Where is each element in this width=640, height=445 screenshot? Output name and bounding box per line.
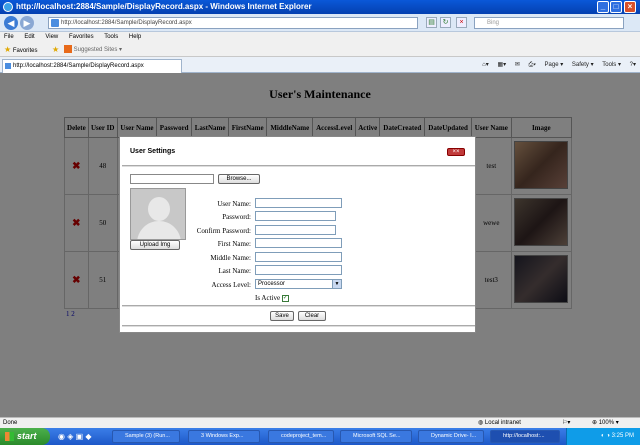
avatar-placeholder — [130, 188, 186, 240]
avatar-head — [148, 197, 170, 221]
access-level-select[interactable]: Processor ▼ — [255, 279, 342, 289]
username-input[interactable] — [255, 198, 342, 208]
back-icon[interactable]: ◀ — [4, 16, 18, 30]
taskbar-item[interactable]: Sample (3) (Run... — [112, 430, 180, 443]
page-menu[interactable]: Page ▾ — [545, 62, 564, 68]
divider — [122, 305, 475, 307]
close-button[interactable]: × — [624, 1, 636, 13]
divider — [122, 165, 475, 167]
help-icon[interactable]: ?▾ — [630, 62, 636, 68]
taskbar-item[interactable]: http://localhost:... — [490, 430, 560, 443]
window-title-bar: http://localhost:2884/Sample/DisplayReco… — [0, 0, 640, 14]
middle-name-label: Middle Name: — [210, 254, 251, 262]
file-path-input[interactable] — [130, 174, 214, 184]
tab-current[interactable]: http://localhost:2884/Sample/DisplayReco… — [2, 59, 182, 73]
add-favorite-icon[interactable]: ★ — [52, 43, 59, 57]
page-icon — [5, 63, 11, 69]
last-name-input[interactable] — [255, 265, 342, 275]
favorites-button[interactable]: ★ Favorites — [4, 43, 38, 58]
clock: 3:25 PM — [611, 433, 634, 439]
page-icon — [51, 19, 59, 27]
taskbar: start ◉ ◈ ▣ ◆ Sample (3) (Run... 3 Windo… — [0, 428, 640, 445]
menu-tools[interactable]: Tools — [104, 34, 118, 40]
globe-icon: ◍ — [478, 420, 484, 426]
taskbar-item[interactable]: Microsoft SQL Se... — [340, 430, 412, 443]
search-input[interactable]: Bing — [474, 17, 624, 29]
dialog-close-icon[interactable]: ×× — [447, 148, 465, 156]
chevron-down-icon: ▼ — [332, 280, 341, 288]
start-button[interactable]: start — [0, 428, 50, 445]
quick-launch-icons[interactable]: ◉ ◈ ▣ ◆ — [58, 432, 92, 441]
favorites-bar: ★ Favorites ★ Suggested Sites ▾ — [0, 43, 640, 57]
safety-menu[interactable]: Safety ▾ — [572, 62, 594, 68]
stop-icon[interactable]: × — [456, 17, 467, 28]
ie-icon — [3, 2, 13, 12]
is-active-row: Is Active ✓ — [255, 293, 289, 303]
divider — [122, 325, 475, 327]
confirm-password-input[interactable] — [255, 225, 336, 235]
tab-bar: http://localhost:2884/Sample/DisplayReco… — [0, 57, 640, 73]
middle-name-input[interactable] — [255, 252, 342, 262]
browse-button[interactable]: Browse... — [218, 174, 260, 184]
user-settings-dialog: User Settings ×× Browse... Upload Img Us… — [119, 136, 476, 333]
refresh-icon[interactable]: ↻ — [440, 17, 451, 28]
password-label: Password: — [222, 213, 251, 221]
access-level-label: Access Level: — [211, 281, 251, 289]
address-toolbar: ◀ ▶ http://localhost:2884/Sample/Display… — [0, 14, 640, 32]
window-title: http://localhost:2884/Sample/DisplayReco… — [16, 2, 312, 11]
windows-logo-icon — [5, 432, 14, 441]
suggested-sites[interactable]: Suggested Sites ▾ — [64, 43, 122, 57]
first-name-input[interactable] — [255, 238, 342, 248]
menu-favorites[interactable]: Favorites — [69, 34, 94, 40]
upload-image-button[interactable]: Upload Img — [130, 240, 180, 250]
is-active-label: Is Active — [255, 294, 281, 302]
menu-bar: File Edit View Favorites Tools Help — [0, 32, 640, 43]
star-icon: ★ — [4, 45, 12, 54]
minimize-button[interactable]: _ — [597, 1, 609, 13]
system-tray: ◐ ◑ 3:25 PM — [566, 428, 640, 445]
password-input[interactable] — [255, 211, 336, 221]
address-field[interactable]: http://localhost:2884/Sample/DisplayReco… — [48, 17, 418, 29]
taskbar-item[interactable]: Dynamic Drive- I... — [418, 430, 484, 443]
dialog-title: User Settings — [130, 148, 176, 155]
status-bar: Done ◍ Local intranet ⚐▾ ⊕ 100% ▾ — [0, 417, 640, 428]
menu-help[interactable]: Help — [129, 34, 141, 40]
status-text: Done — [3, 420, 18, 426]
command-bar: ⌂▾ ▦▾ ✉ ⎙▾ Page ▾ Safety ▾ Tools ▾ ?▾ — [475, 59, 636, 71]
compat-icon[interactable]: ▤ — [426, 17, 437, 28]
menu-file[interactable]: File — [4, 34, 14, 40]
menu-edit[interactable]: Edit — [24, 34, 34, 40]
maximize-button[interactable]: □ — [610, 1, 622, 13]
taskbar-item[interactable]: codeproject_tem... — [268, 430, 334, 443]
suggested-sites-icon — [64, 45, 72, 54]
clear-button[interactable]: Clear — [298, 311, 326, 321]
taskbar-item[interactable]: 3 Windows Exp... — [188, 430, 260, 443]
is-active-checkbox[interactable]: ✓ — [281, 294, 289, 302]
print-icon[interactable]: ⎙▾ — [529, 62, 536, 68]
last-name-label: Last Name: — [218, 267, 251, 275]
forward-icon[interactable]: ▶ — [20, 16, 34, 30]
first-name-label: First Name: — [217, 240, 251, 248]
save-button[interactable]: Save — [270, 311, 294, 321]
zoom-icon: ⊕ — [592, 420, 598, 426]
avatar-body — [137, 221, 181, 239]
menu-view[interactable]: View — [45, 34, 58, 40]
feeds-icon[interactable]: ▦▾ — [497, 62, 506, 68]
tools-menu[interactable]: Tools ▾ — [602, 62, 621, 68]
mail-icon[interactable]: ✉ — [515, 62, 520, 68]
tray-icons[interactable]: ◐ ◑ — [601, 433, 612, 439]
confirm-password-label: Confirm Password: — [196, 227, 251, 235]
username-label: User Name: — [217, 200, 251, 208]
home-icon[interactable]: ⌂▾ — [482, 62, 489, 68]
